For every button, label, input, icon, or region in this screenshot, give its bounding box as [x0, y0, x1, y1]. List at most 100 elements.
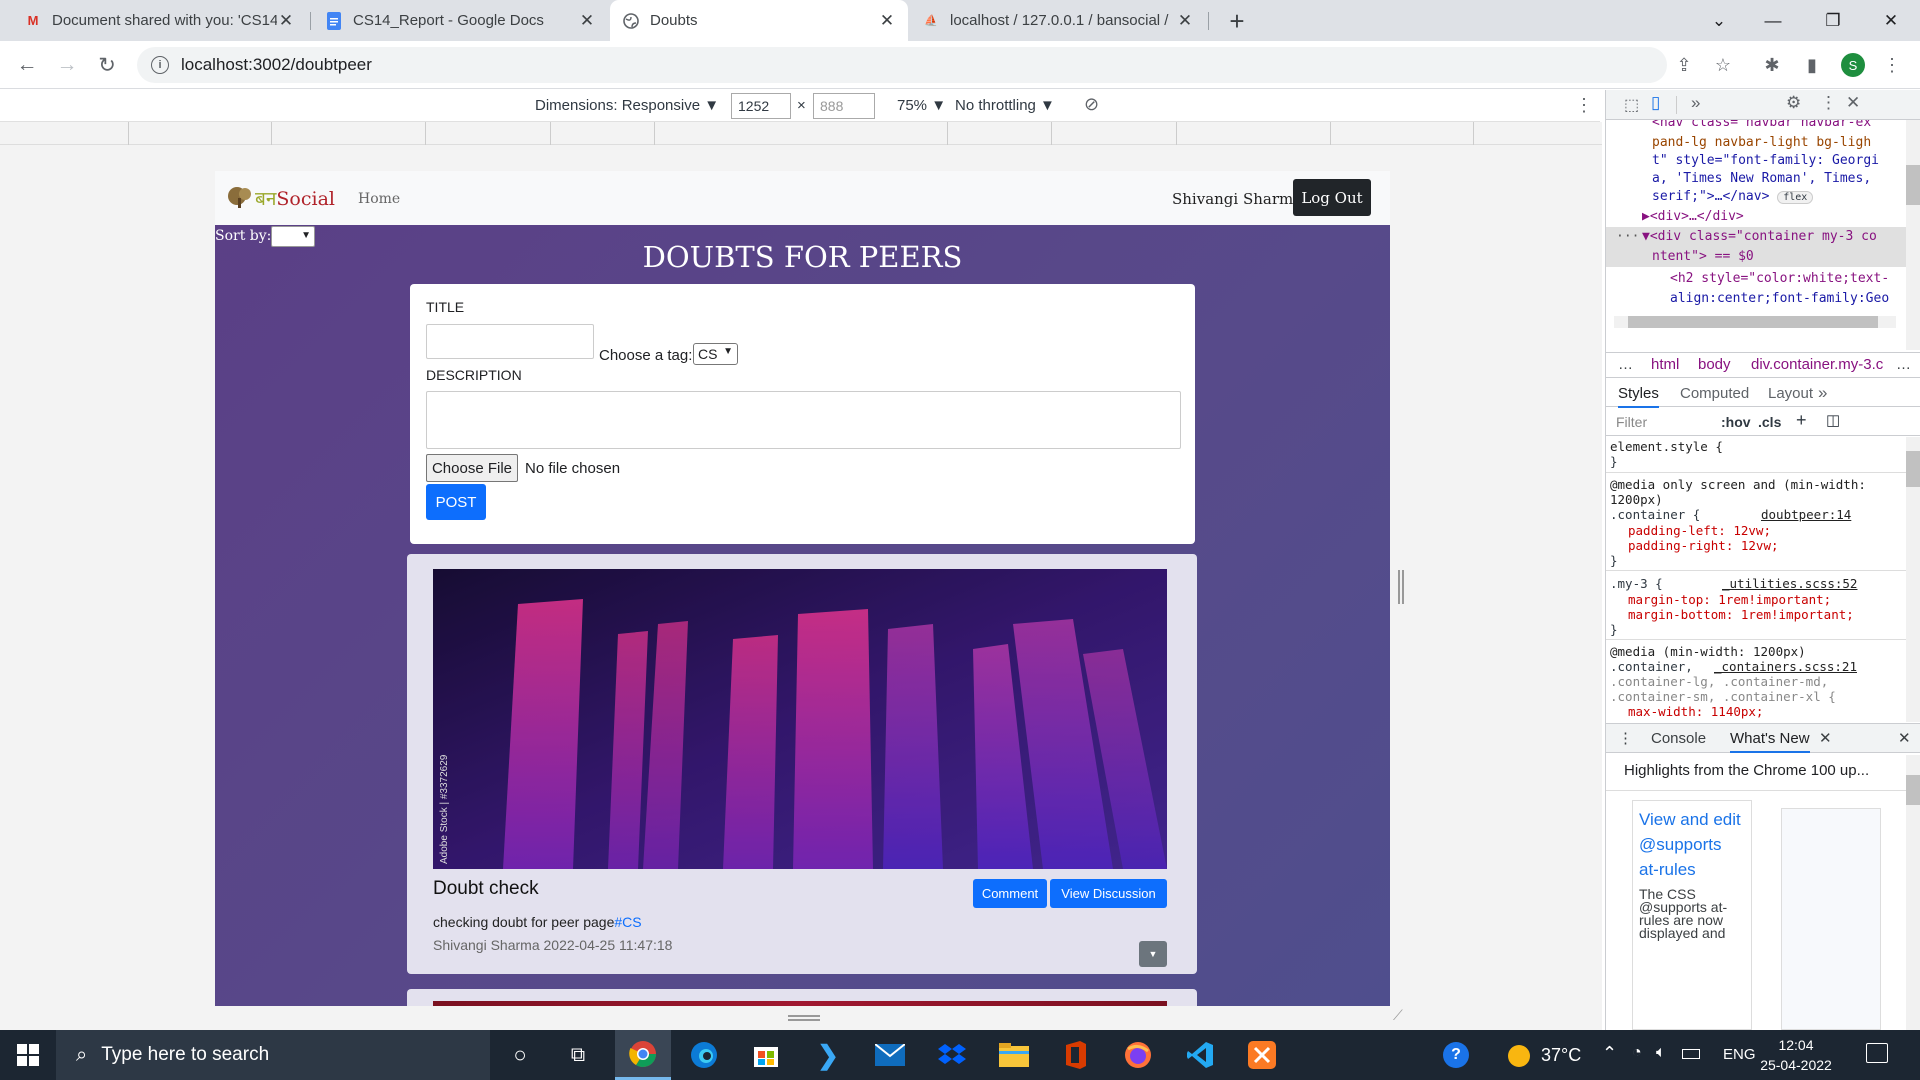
dimensions-select[interactable]: Dimensions: Responsive ▼	[535, 97, 719, 114]
more-panels-icon[interactable]: »	[1818, 383, 1827, 403]
share-icon[interactable]: ⇪	[1672, 53, 1696, 77]
help-icon[interactable]: ?	[1443, 1042, 1469, 1068]
tab-console[interactable]: Console	[1651, 730, 1706, 747]
more-tabs-icon[interactable]: »	[1691, 93, 1700, 113]
post-tag-link[interactable]: #CS	[614, 914, 641, 930]
store-icon[interactable]	[738, 1030, 794, 1080]
ellipsis-icon[interactable]: ···	[1616, 228, 1639, 246]
address-bar[interactable]: i localhost:3002/doubtpeer	[137, 47, 1667, 83]
choose-file-button[interactable]: Choose File	[426, 454, 518, 482]
powershell-icon[interactable]: ❯	[800, 1030, 856, 1080]
vertical-scrollbar[interactable]	[1906, 755, 1920, 1030]
breadcrumb-item[interactable]: …	[1618, 356, 1633, 373]
battery-icon[interactable]	[1682, 1049, 1700, 1059]
sidebar-toggle-icon[interactable]: ◫	[1826, 411, 1840, 429]
extensions-icon[interactable]: ✱	[1760, 53, 1784, 77]
mail-icon[interactable]	[862, 1030, 918, 1080]
logout-button[interactable]: Log Out	[1293, 179, 1371, 216]
tab-gmail[interactable]: M Document shared with you: 'CS14 ✕	[12, 0, 307, 41]
class-toggle[interactable]: .cls	[1758, 414, 1781, 430]
drawer-menu-icon[interactable]: ⋮	[1618, 729, 1633, 747]
cortana-icon[interactable]: ○	[492, 1030, 548, 1080]
xampp-icon[interactable]	[1234, 1030, 1290, 1080]
weather-sun-icon[interactable]	[1508, 1045, 1530, 1067]
file-explorer-icon[interactable]	[986, 1030, 1042, 1080]
close-icon[interactable]: ✕	[878, 11, 896, 31]
rule-line[interactable]: padding-right: 12vw;	[1628, 538, 1779, 553]
breadcrumb-item[interactable]: html	[1651, 356, 1679, 373]
media-query-ruler[interactable]	[0, 122, 1602, 145]
breadcrumb-item[interactable]: …	[1896, 356, 1911, 373]
window-close-icon[interactable]: ✕	[1868, 0, 1914, 41]
maximize-icon[interactable]: ❐	[1810, 0, 1856, 41]
windows-start-icon[interactable]	[0, 1030, 56, 1080]
whats-new-card[interactable]: View and edit @supports at-rules The CSS…	[1632, 800, 1752, 1030]
profile-avatar[interactable]: S	[1841, 53, 1865, 77]
tab-phpmyadmin[interactable]: ⛵ localhost / 127.0.0.1 / bansocial / ✕	[910, 0, 1206, 41]
clock[interactable]: 12:04 25-04-2022	[1756, 1035, 1836, 1075]
vertical-scrollbar[interactable]	[1906, 120, 1920, 350]
dom-line[interactable]: ▶<div>…</div>	[1642, 208, 1744, 226]
viewport-height-input[interactable]: 888	[813, 93, 875, 119]
horizontal-scrollbar[interactable]	[1614, 316, 1896, 328]
view-discussion-button[interactable]: View Discussion	[1050, 879, 1167, 908]
devtools-close-icon[interactable]: ✕	[1846, 93, 1860, 113]
site-info-icon[interactable]: i	[151, 56, 169, 74]
rule-line[interactable]: padding-left: 12vw;	[1628, 523, 1771, 538]
viewport-width-input[interactable]: 1252	[731, 93, 791, 119]
new-tab-button[interactable]: +	[1222, 6, 1252, 36]
scrollbar-thumb[interactable]	[1906, 775, 1920, 805]
tab-doubts[interactable]: Doubts ✕	[610, 0, 908, 41]
more-options-icon[interactable]: ⋮	[1575, 95, 1593, 116]
vertical-scrollbar[interactable]	[1906, 437, 1920, 722]
resize-handle-right[interactable]	[1398, 570, 1404, 604]
rule-line[interactable]: max-width: 1140px;	[1628, 704, 1763, 719]
language-indicator[interactable]: ENG	[1723, 1046, 1756, 1063]
settings-gear-icon[interactable]: ⚙	[1786, 93, 1801, 113]
elements-tree[interactable]: <nav class="navbar navbar-ex pand-lg nav…	[1606, 120, 1906, 350]
post-image[interactable]	[433, 1001, 1167, 1006]
description-textarea[interactable]	[426, 391, 1181, 449]
tab-whats-new[interactable]: What's New	[1730, 730, 1810, 753]
title-input[interactable]	[426, 324, 594, 359]
side-panel-icon[interactable]: ▮	[1800, 53, 1824, 77]
chrome-menu-icon[interactable]: ⋮	[1880, 53, 1904, 77]
rule-source-link[interactable]: _containers.scss:21	[1714, 659, 1857, 674]
whats-new-title[interactable]: View and edit @supports at-rules	[1639, 807, 1745, 882]
rule-line[interactable]: margin-top: 1rem!important;	[1628, 592, 1831, 607]
site-brand[interactable]: बनSocial	[255, 185, 335, 211]
tag-select[interactable]: CS ▼	[693, 343, 738, 365]
rotate-icon[interactable]: ⊘	[1084, 94, 1099, 115]
back-icon[interactable]: ←	[11, 49, 43, 81]
scrollbar-thumb[interactable]	[1906, 451, 1920, 487]
scrollbar-thumb[interactable]	[1628, 316, 1878, 328]
tab-computed[interactable]: Computed	[1680, 385, 1749, 402]
forward-icon[interactable]: →	[51, 49, 83, 81]
close-icon[interactable]: ✕	[277, 11, 295, 31]
device-toggle-icon[interactable]: ▯	[1651, 93, 1660, 113]
resize-corner-icon[interactable]: ⟋	[1393, 1007, 1403, 1024]
close-icon[interactable]: ✕	[1176, 11, 1194, 31]
post-options-dropdown[interactable]: ▼	[1139, 941, 1167, 967]
close-tab-icon[interactable]: ✕	[1819, 729, 1832, 747]
vscode-icon[interactable]	[1172, 1030, 1228, 1080]
rule-line[interactable]: margin-bottom: 1rem!important;	[1628, 607, 1854, 622]
styles-pane[interactable]: element.style { } @media only screen and…	[1606, 437, 1906, 722]
temperature[interactable]: 37°C	[1541, 1045, 1581, 1066]
scrollbar-thumb[interactable]	[1906, 165, 1920, 205]
tray-chevron-icon[interactable]: ⌃	[1602, 1043, 1617, 1064]
breadcrumb-item[interactable]: div.container.my-3.c	[1751, 356, 1883, 373]
drawer-close-icon[interactable]: ✕	[1898, 729, 1911, 747]
comment-button[interactable]: Comment	[973, 879, 1047, 908]
reload-icon[interactable]: ↻	[91, 49, 123, 81]
nav-home-link[interactable]: Home	[358, 191, 400, 207]
rule-source-link[interactable]: doubtpeer:14	[1761, 507, 1851, 522]
office-icon[interactable]	[1048, 1030, 1104, 1080]
network-icon[interactable]: ◔	[1632, 1044, 1642, 1062]
inspect-icon[interactable]: ⬚	[1624, 95, 1639, 115]
new-rule-icon[interactable]: +	[1796, 410, 1807, 431]
close-icon[interactable]: ✕	[578, 11, 596, 31]
minimize-icon[interactable]: —	[1750, 0, 1796, 41]
task-view-icon[interactable]: ⧉	[550, 1030, 606, 1080]
edge-icon[interactable]	[676, 1030, 732, 1080]
